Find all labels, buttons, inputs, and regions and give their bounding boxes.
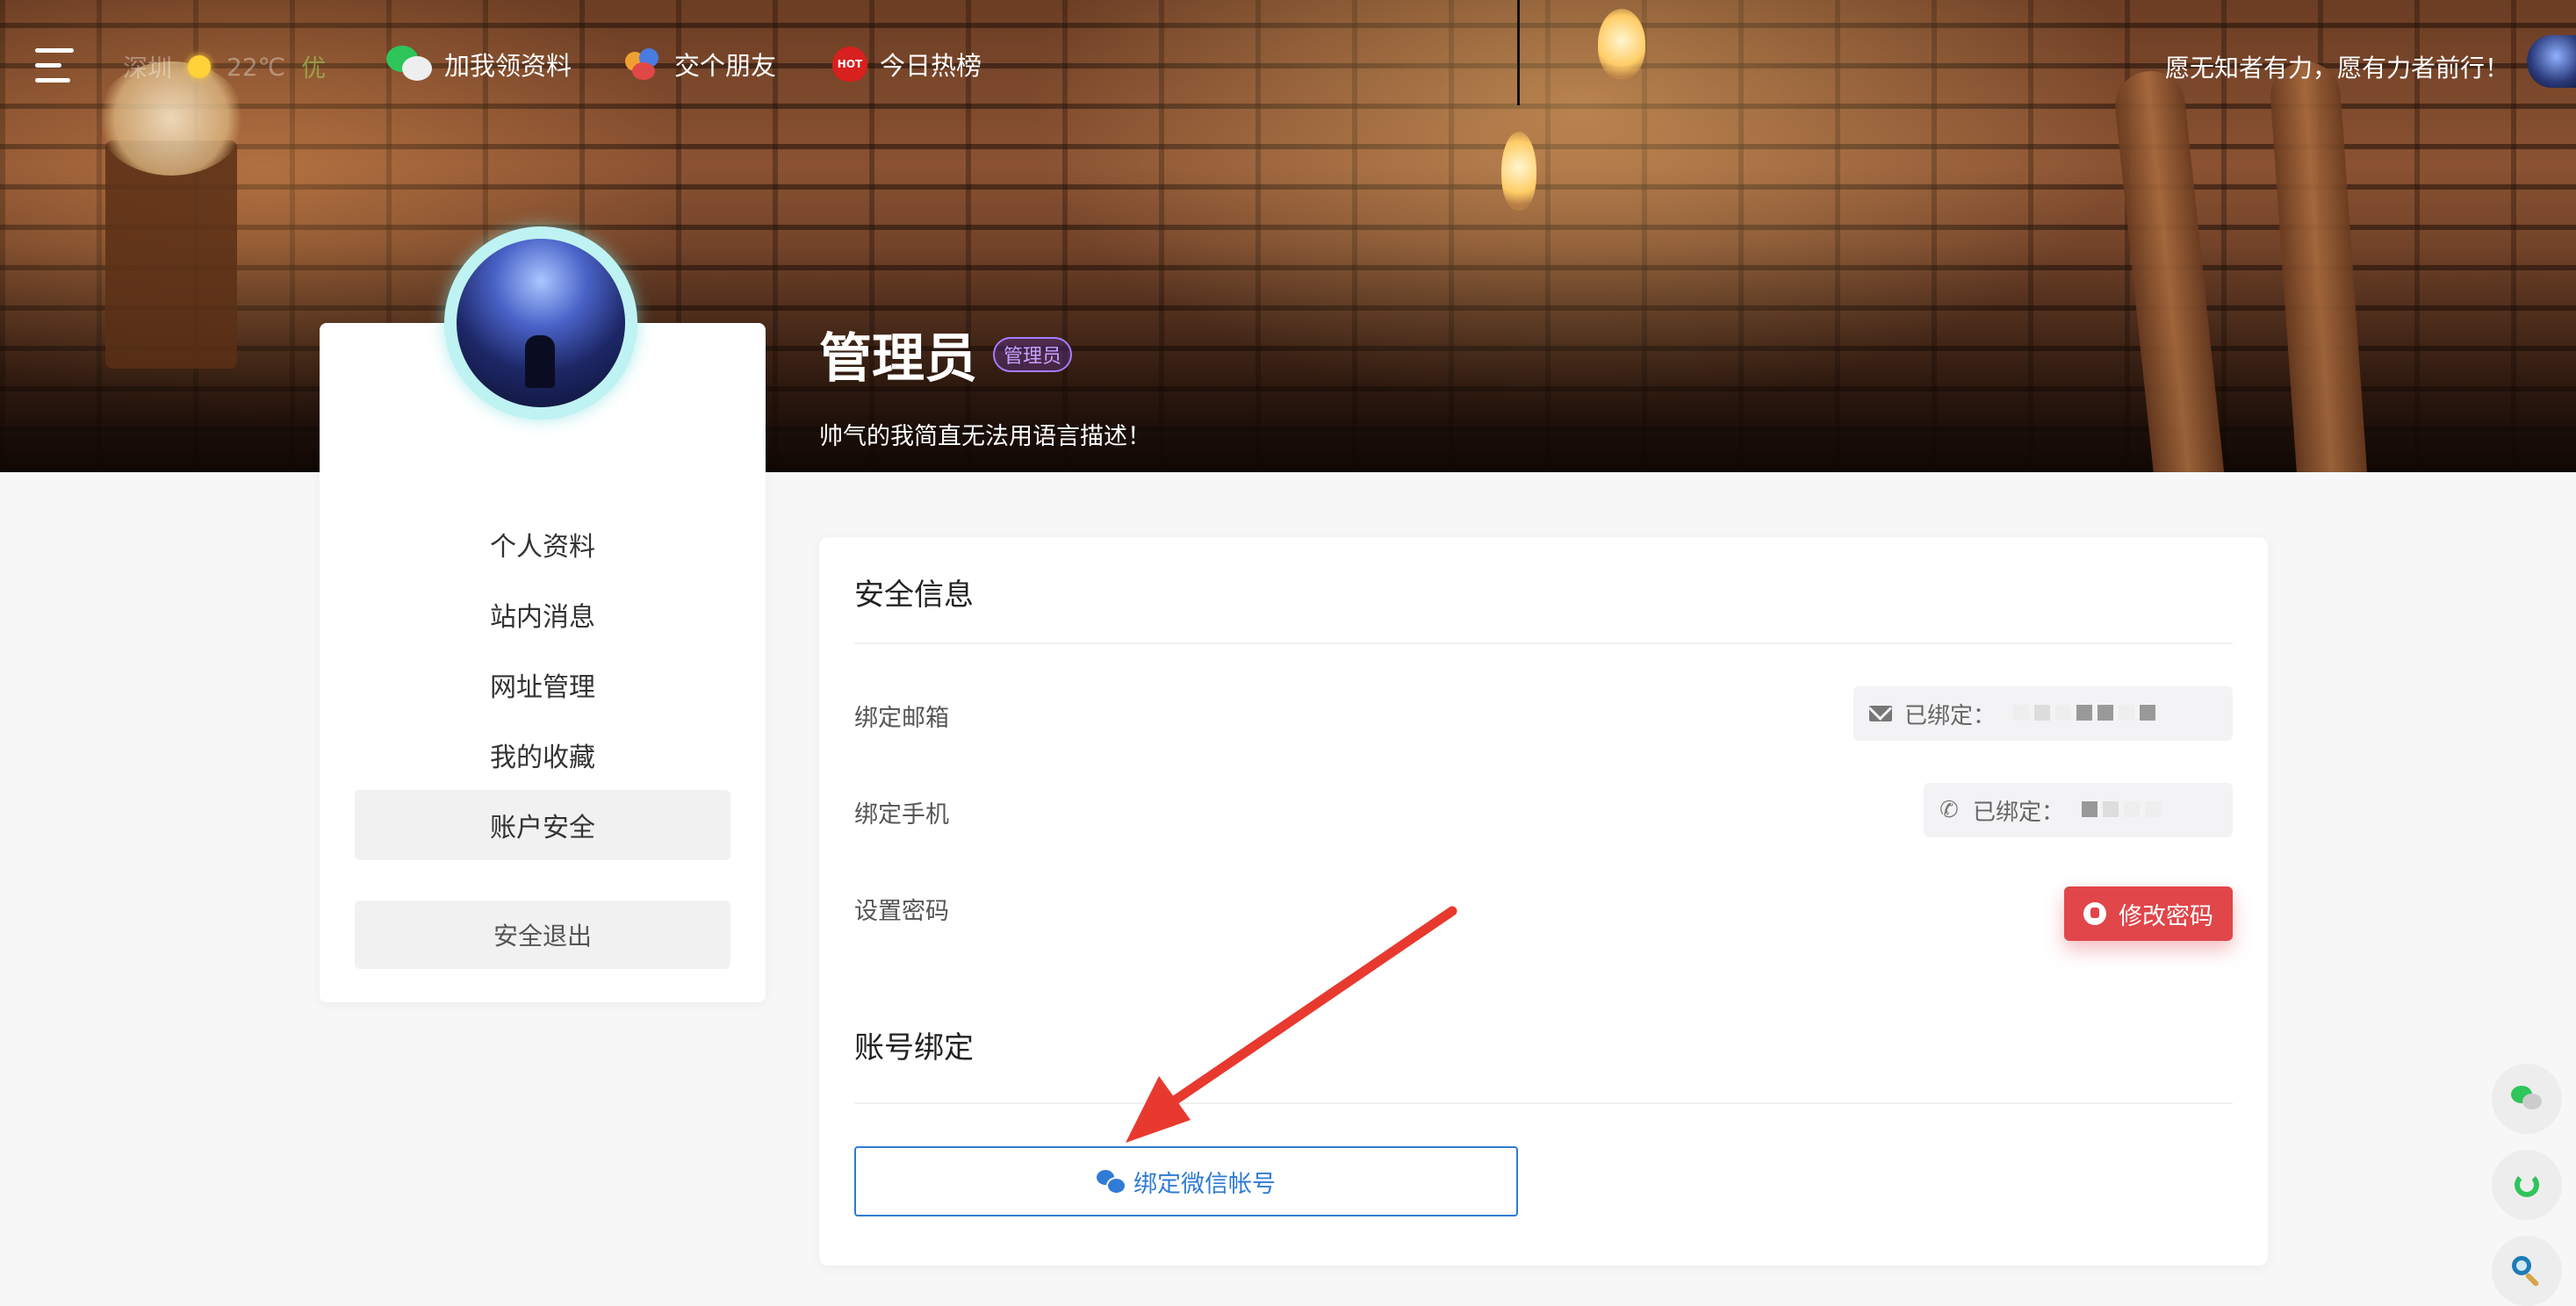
friends-icon bbox=[625, 47, 662, 82]
sidebar-menu: 个人资料 站内消息 网址管理 我的收藏 账户安全 bbox=[355, 509, 730, 860]
nav-link-make-friends[interactable]: 交个朋友 bbox=[625, 46, 776, 83]
site-motto: 愿无知者有力，愿有力者前行！ bbox=[2164, 54, 2509, 83]
change-password-button[interactable]: 修改密码 bbox=[2064, 886, 2233, 941]
divider bbox=[854, 1102, 2233, 1104]
air-quality: 优 bbox=[301, 54, 327, 83]
nav-link-label: 交个朋友 bbox=[674, 51, 777, 81]
refresh-icon bbox=[2515, 1173, 2539, 1197]
phone-status-text: 已绑定： bbox=[1973, 799, 2065, 826]
masked-email bbox=[2008, 700, 2156, 727]
sidebar-item-messages[interactable]: 站内消息 bbox=[355, 579, 730, 649]
phone-label: 绑定手机 bbox=[854, 801, 949, 829]
phone-icon: ✆ bbox=[1939, 797, 1959, 823]
sidebar-item-label: 站内消息 bbox=[490, 602, 595, 633]
hot-icon: HOT bbox=[832, 47, 867, 82]
sidebar-item-url-management[interactable]: 网址管理 bbox=[355, 649, 730, 720]
role-badge: 管理员 bbox=[993, 336, 1073, 372]
top-navbar: 深圳 22℃ 优 加我领资料 交个朋友 HOT 今日热榜 愿无知者有力，愿有力者… bbox=[0, 0, 2576, 132]
bind-wechat-button[interactable]: 绑定微信帐号 bbox=[854, 1146, 1518, 1216]
logout-button[interactable]: 安全退出 bbox=[355, 901, 730, 969]
masked-phone bbox=[2076, 797, 2162, 823]
profile-header: 管理员 管理员 bbox=[819, 316, 1073, 392]
password-label: 设置密码 bbox=[854, 898, 949, 925]
sidebar-item-label: 账户安全 bbox=[490, 813, 595, 843]
wechat-icon bbox=[1097, 1170, 1126, 1195]
user-avatar-small[interactable] bbox=[2527, 35, 2576, 88]
hero-decor-bulb bbox=[1501, 132, 1536, 211]
wechat-icon bbox=[386, 46, 432, 83]
sidebar-item-account-security[interactable]: 账户安全 bbox=[355, 790, 730, 860]
search-icon bbox=[2512, 1256, 2542, 1288]
nav-link-hot-list[interactable]: HOT 今日热榜 bbox=[832, 46, 982, 83]
mail-icon bbox=[1869, 706, 1892, 721]
weather-widget[interactable]: 深圳 22℃ 优 bbox=[123, 49, 326, 84]
weather-city: 深圳 bbox=[123, 54, 173, 83]
phone-bound-status: ✆ 已绑定： bbox=[1924, 783, 2233, 837]
profile-name: 管理员 bbox=[819, 328, 977, 390]
sun-icon bbox=[188, 55, 212, 78]
change-password-label: 修改密码 bbox=[2119, 902, 2213, 930]
nav-link-label: 今日热榜 bbox=[880, 51, 982, 81]
float-wechat-button[interactable] bbox=[2492, 1064, 2562, 1134]
divider bbox=[854, 642, 2233, 644]
avatar-image bbox=[457, 239, 625, 407]
menu-icon[interactable] bbox=[35, 48, 74, 83]
weather-temp: 22℃ bbox=[227, 52, 286, 82]
security-info-title: 安全信息 bbox=[854, 578, 974, 613]
sidebar-item-label: 个人资料 bbox=[490, 532, 595, 563]
email-status-text: 已绑定： bbox=[1904, 702, 1997, 729]
wechat-icon bbox=[2511, 1086, 2543, 1112]
nav-link-label: 加我领资料 bbox=[444, 51, 572, 81]
avatar[interactable] bbox=[444, 226, 637, 420]
sidebar-item-favorites[interactable]: 我的收藏 bbox=[355, 720, 730, 790]
sidebar-item-profile[interactable]: 个人资料 bbox=[355, 509, 730, 579]
email-bound-status: 已绑定： bbox=[1853, 686, 2233, 741]
sidebar-item-label: 网址管理 bbox=[490, 672, 595, 703]
security-card: 安全信息 绑定邮箱 已绑定： 绑定手机 ✆ 已绑定： 设置密码 修改密码 账号绑… bbox=[819, 537, 2268, 1266]
account-binding-title: 账号绑定 bbox=[854, 1030, 974, 1066]
email-label: 绑定邮箱 bbox=[854, 705, 949, 732]
bind-wechat-label: 绑定微信帐号 bbox=[1133, 1170, 1276, 1198]
float-refresh-button[interactable] bbox=[2492, 1150, 2562, 1220]
lock-icon bbox=[2083, 902, 2106, 925]
float-search-button[interactable] bbox=[2492, 1236, 2562, 1306]
profile-signature: 帅气的我简直无法用语言描述！ bbox=[819, 423, 1151, 450]
nav-link-get-materials[interactable]: 加我领资料 bbox=[386, 46, 572, 83]
sidebar-item-label: 我的收藏 bbox=[490, 743, 595, 773]
